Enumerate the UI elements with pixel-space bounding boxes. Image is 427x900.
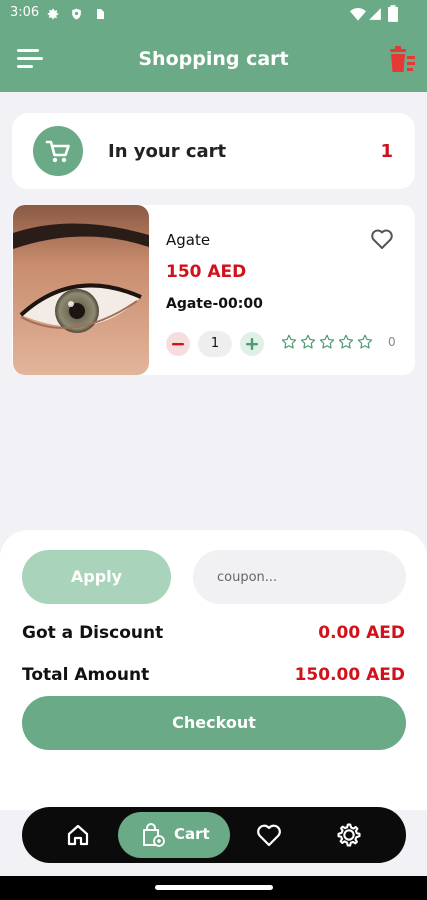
- status-bar: 3:06: [0, 0, 427, 28]
- status-time: 3:06: [10, 5, 40, 20]
- cart-item-card[interactable]: Agate 150 AED Agate-00:00 1 0: [12, 205, 415, 375]
- rating-count: 0: [388, 335, 396, 349]
- trash-icon[interactable]: [388, 46, 416, 74]
- coupon-input[interactable]: [193, 550, 406, 604]
- sim-card-icon: [97, 9, 104, 19]
- wifi-icon: [350, 8, 366, 21]
- nav-cart-tab[interactable]: Cart: [118, 812, 230, 858]
- total-value: 150.00 AED: [294, 665, 405, 685]
- discount-label: Got a Discount: [22, 623, 164, 643]
- total-label: Total Amount: [22, 665, 150, 685]
- page-title: Shopping cart: [138, 48, 289, 70]
- system-navigation-bar: [0, 876, 427, 900]
- cart-item-count: 1: [380, 141, 393, 162]
- increase-quantity-button[interactable]: [240, 332, 264, 356]
- product-variant: Agate-00:00: [166, 296, 263, 312]
- checkout-button[interactable]: Checkout: [22, 696, 406, 750]
- home-icon[interactable]: [64, 821, 92, 849]
- settings-icon[interactable]: [335, 821, 363, 849]
- gesture-handle[interactable]: [155, 885, 273, 890]
- bottom-nav: Cart: [22, 807, 406, 863]
- heart-icon[interactable]: [255, 821, 283, 849]
- rating-stars[interactable]: [280, 333, 375, 353]
- cart-summary-label: In your cart: [108, 141, 227, 162]
- heart-icon[interactable]: [370, 228, 394, 250]
- app-bar: Shopping cart: [0, 28, 427, 92]
- star-icon[interactable]: [280, 333, 298, 351]
- battery-icon: [388, 5, 398, 22]
- star-icon[interactable]: [299, 333, 317, 351]
- product-price: 150 AED: [166, 262, 247, 282]
- product-name: Agate: [166, 231, 211, 249]
- cart-icon: [33, 126, 83, 176]
- product-image: [13, 205, 149, 375]
- star-icon[interactable]: [318, 333, 336, 351]
- star-icon[interactable]: [337, 333, 355, 351]
- shield-icon: [72, 8, 81, 20]
- apply-coupon-button[interactable]: Apply: [22, 550, 171, 604]
- star-icon[interactable]: [356, 333, 374, 351]
- decrease-quantity-button[interactable]: [166, 332, 190, 356]
- signal-icon: [369, 8, 381, 20]
- cart-summary-card: In your cart 1: [12, 113, 415, 189]
- discount-value: 0.00 AED: [318, 623, 405, 643]
- nav-cart-label: Cart: [174, 825, 210, 843]
- quantity-value: 1: [198, 331, 232, 357]
- checkout-panel: Apply Got a Discount 0.00 AED Total Amou…: [0, 530, 427, 810]
- gear-icon: [47, 8, 59, 20]
- cart-bag-icon: [143, 823, 165, 847]
